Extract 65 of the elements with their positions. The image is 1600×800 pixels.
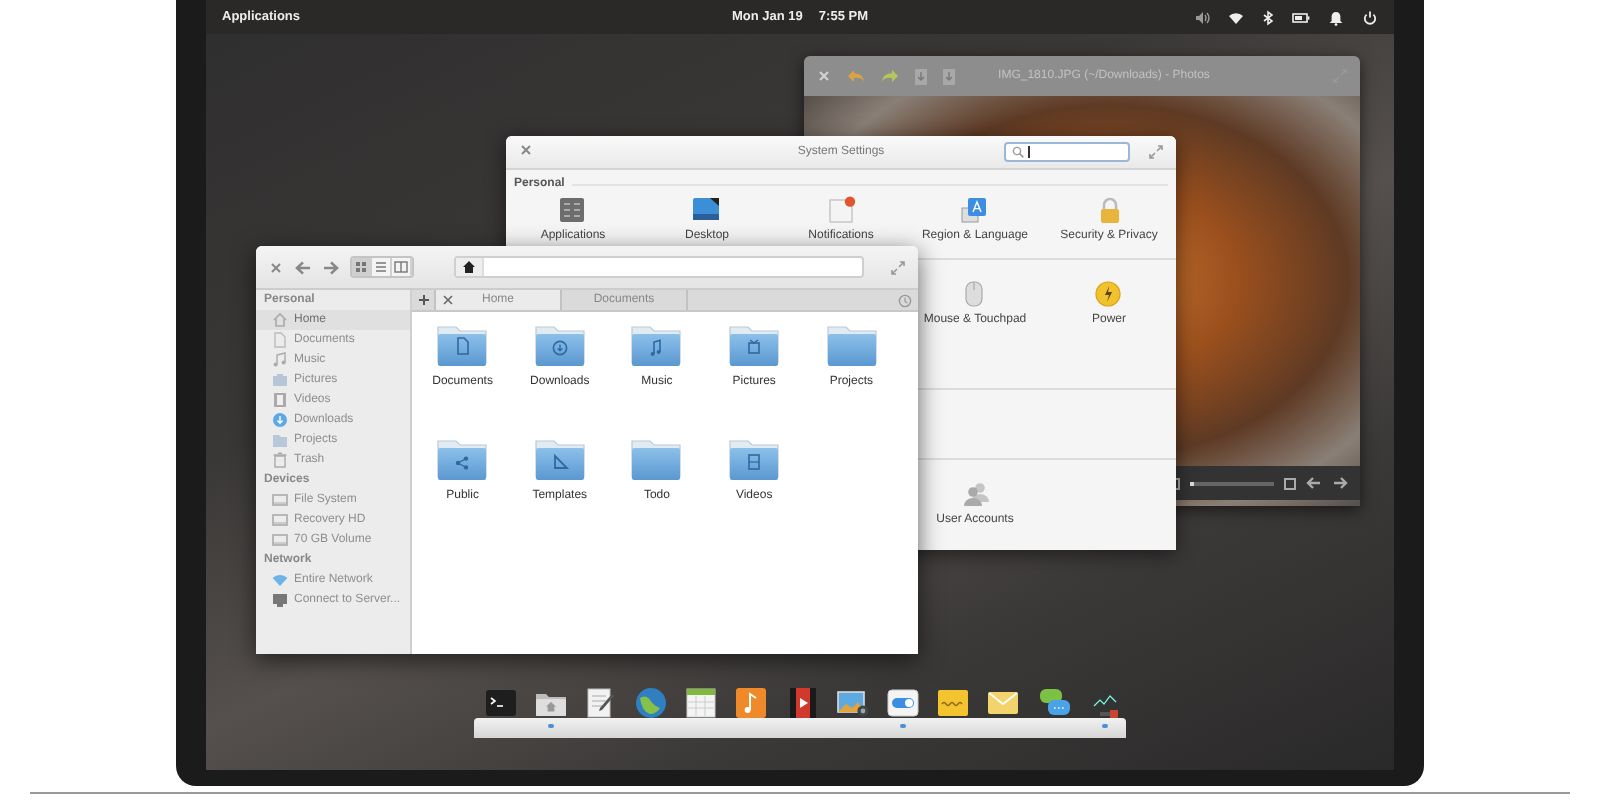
volume-icon[interactable]	[1194, 9, 1211, 25]
notepad-pencil-icon[interactable]	[583, 686, 618, 720]
apps-grid-icon	[558, 196, 587, 224]
download-folder-icon	[533, 324, 586, 368]
folder-icon	[825, 324, 878, 368]
toggle-switch-icon[interactable]	[886, 686, 920, 720]
drive-icon	[272, 532, 288, 548]
music-note-icon	[272, 352, 288, 368]
music-folder-icon	[630, 324, 683, 368]
picture-icon	[272, 372, 288, 388]
flag-icon	[960, 196, 989, 224]
film-play-icon[interactable]	[785, 686, 820, 720]
close-icon[interactable]	[442, 294, 454, 306]
list-view-icon	[372, 258, 390, 276]
left-arrow-icon[interactable]	[1306, 476, 1322, 490]
padlock-icon	[1095, 196, 1123, 224]
drive-icon	[272, 512, 288, 528]
mouse-icon	[960, 280, 989, 308]
forward-arrow-icon[interactable]	[322, 259, 340, 275]
terminal-icon[interactable]	[483, 686, 517, 720]
ruler-folder-icon	[533, 438, 586, 482]
view-mode-button[interactable]	[392, 258, 412, 276]
lightning-bolt-icon	[1094, 280, 1123, 308]
download-icon	[272, 412, 288, 428]
envelope-icon[interactable]	[986, 686, 1021, 720]
view-mode-button[interactable]	[352, 258, 372, 276]
calendar-icon[interactable]	[684, 686, 719, 720]
plus-icon	[417, 294, 429, 306]
search-icon	[1012, 146, 1024, 158]
music-note-icon[interactable]	[734, 686, 769, 720]
trash-icon	[272, 452, 288, 468]
picture-folder-icon	[728, 324, 781, 368]
document-folder-icon	[436, 324, 489, 368]
wifi-icon[interactable]	[1228, 9, 1245, 25]
close-icon[interactable]	[518, 142, 534, 158]
column-view-icon	[392, 258, 410, 276]
picture-camera-icon[interactable]	[835, 686, 870, 720]
globe-icon[interactable]	[634, 686, 669, 720]
folder-icon	[272, 432, 288, 448]
screen-icon	[692, 196, 721, 224]
home-icon	[272, 312, 288, 328]
drive-icon	[272, 492, 288, 508]
monitor-icon	[272, 592, 288, 608]
maximize-icon[interactable]	[1148, 144, 1164, 160]
sticky-note-icon[interactable]	[936, 686, 971, 720]
battery-icon[interactable]	[1292, 9, 1311, 25]
bell-icon[interactable]	[1328, 9, 1345, 25]
document-icon	[272, 332, 288, 348]
folder-icon	[630, 438, 683, 482]
film-folder-icon	[728, 438, 781, 482]
back-arrow-icon[interactable]	[294, 259, 312, 275]
grid-view-icon	[352, 258, 370, 276]
home-icon[interactable]	[462, 260, 476, 274]
right-arrow-icon[interactable]	[1332, 476, 1348, 490]
users-icon	[961, 480, 989, 508]
view-mode-button[interactable]	[372, 258, 392, 276]
notification-icon	[827, 196, 855, 224]
chat-bubbles-icon[interactable]	[1037, 686, 1072, 720]
close-icon[interactable]	[268, 259, 284, 275]
search-field[interactable]	[1004, 142, 1130, 162]
bluetooth-icon[interactable]	[1262, 9, 1275, 25]
share-folder-icon	[436, 438, 489, 482]
film-icon	[272, 392, 288, 408]
wifi-icon	[272, 572, 288, 588]
power-icon[interactable]	[1362, 9, 1379, 25]
